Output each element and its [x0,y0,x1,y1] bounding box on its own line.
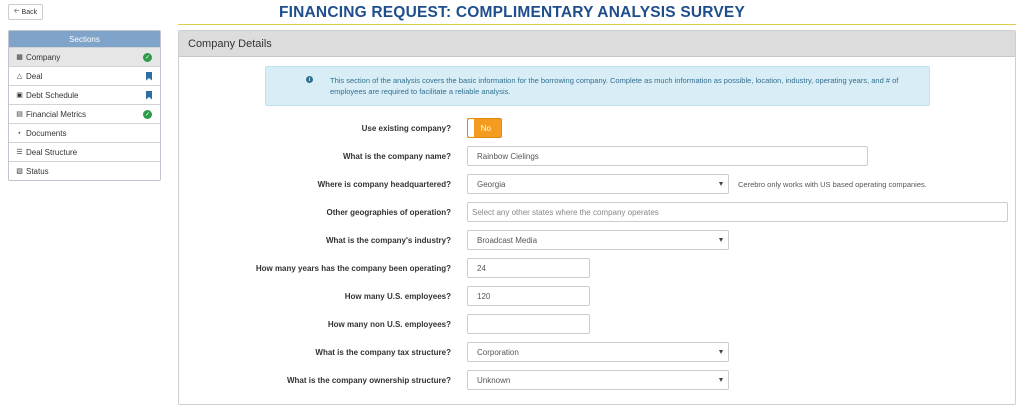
layers-icon: ☰ [16,149,23,156]
panel-title: Company Details [179,31,1015,57]
industry-select[interactable]: Broadcast Media [467,230,729,250]
row-non-us-employees: How many non U.S. employees? [179,314,1017,334]
caret-down-icon [719,238,723,242]
us-employees-input[interactable]: 120 [467,286,590,306]
ownership-label: What is the company ownership structure? [286,375,451,385]
row-tax-structure: What is the company tax structure? Corpo… [179,342,1017,362]
handshake-icon: △ [16,73,23,80]
geographies-label: Other geographies of operation? [326,207,451,217]
headquarters-value: Georgia [477,179,506,189]
tax-structure-label: What is the company tax structure? [315,347,451,357]
sidebar-item-financial-metrics[interactable]: ▤ Financial Metrics ✓ [9,104,160,123]
row-use-existing: Use existing company? No [179,118,1017,138]
row-ownership: What is the company ownership structure?… [179,370,1017,390]
row-company-name: What is the company name? Rainbow Cielin… [179,146,1017,166]
tax-structure-select[interactable]: Corporation [467,342,729,362]
row-industry: What is the company's industry? Broadcas… [179,230,1017,250]
calendar-icon: ▣ [16,92,23,99]
non-us-employees-input[interactable] [467,314,590,334]
ownership-value: Unknown [477,375,511,385]
sidebar-item-label: Financial Metrics [26,109,87,119]
row-geographies: Other geographies of operation? Select a… [179,202,1017,222]
use-existing-label: Use existing company? [361,123,451,133]
sidebar-item-label: Company [26,52,61,62]
sidebar-item-label: Deal [26,71,43,81]
sidebar-item-label: Documents [26,128,67,138]
sidebar-header: Sections [9,31,160,47]
building-icon: ▦ [16,54,23,61]
info-icon: i [306,76,313,83]
caret-down-icon [719,182,723,186]
toggle-knob [468,119,474,137]
years-label: How many years has the company been oper… [255,263,451,273]
sidebar-item-deal-structure[interactable]: ☰ Deal Structure [9,142,160,161]
sidebar-item-label: Deal Structure [26,147,78,157]
caret-down-icon [719,378,723,382]
sections-sidebar: Sections ▦ Company ✓ △ Deal ▣ Debt Sched… [8,30,161,181]
row-us-employees: How many U.S. employees? 120 [179,286,1017,306]
industry-value: Broadcast Media [477,235,538,245]
bookmark-icon [146,71,152,81]
sidebar-item-company[interactable]: ▦ Company ✓ [9,47,160,66]
company-name-label: What is the company name? [342,151,451,161]
use-existing-toggle[interactable]: No [467,118,502,138]
company-name-input[interactable]: Rainbow Cielings [467,146,868,166]
check-circle-icon: ✓ [143,52,152,62]
document-icon: ▤ [16,111,23,118]
years-input[interactable]: 24 [467,258,590,278]
ownership-select[interactable]: Unknown [467,370,729,390]
info-alert: i This section of the analysis covers th… [265,66,930,106]
row-headquarters: Where is company headquartered? Georgia … [179,174,1017,194]
tax-structure-value: Corporation [477,347,519,357]
caret-down-icon [719,350,723,354]
bookmark-icon [146,90,152,100]
page-title: FINANCING REQUEST: COMPLIMENTARY ANALYSI… [278,4,746,21]
us-employees-label: How many U.S. employees? [344,291,451,301]
sidebar-item-deal[interactable]: △ Deal [9,66,160,85]
sidebar-item-debt-schedule[interactable]: ▣ Debt Schedule [9,85,160,104]
sidebar-item-label: Debt Schedule [26,90,79,100]
industry-label: What is the company's industry? [325,235,451,245]
headquarters-select[interactable]: Georgia [467,174,729,194]
title-divider [178,24,1016,25]
sidebar-item-documents[interactable]: ⋆ Documents [9,123,160,142]
headquarters-hint: Cerebro only works with US based operati… [738,179,927,189]
company-details-panel: Company Details i This section of the an… [178,30,1016,405]
row-years: How many years has the company been oper… [179,258,1017,278]
info-text: This section of the analysis covers the … [330,76,899,96]
paperclip-icon: ⋆ [17,130,22,137]
headquarters-label: Where is company headquartered? [317,179,451,189]
sidebar-item-label: Status [26,166,49,176]
non-us-employees-label: How many non U.S. employees? [327,319,451,329]
list-icon: ▧ [16,168,23,175]
toggle-value: No [480,123,491,133]
sidebar-item-status[interactable]: ▧ Status [9,161,160,180]
geographies-multiselect[interactable]: Select any other states where the compan… [467,202,1008,222]
check-circle-icon: ✓ [143,109,152,119]
